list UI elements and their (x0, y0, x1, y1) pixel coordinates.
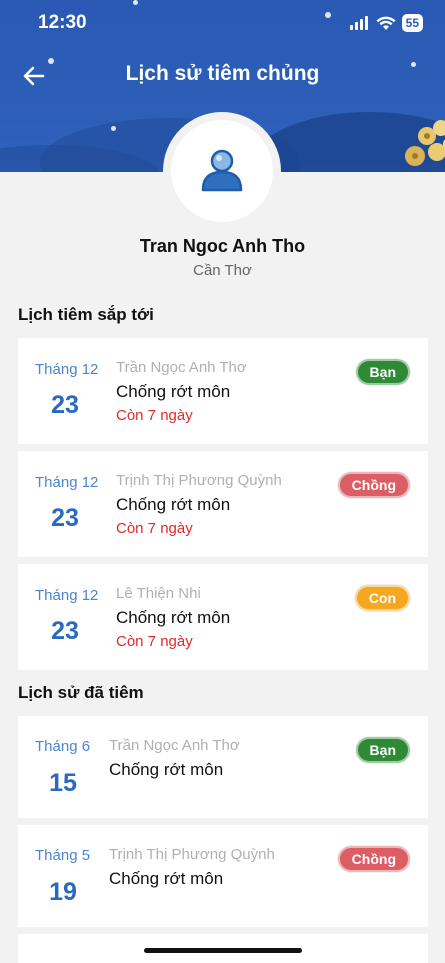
appointment-day: 23 (51, 504, 79, 532)
vaccine-name: Chống rớt môn (109, 760, 224, 779)
countdown-text: Còn 7 ngày (116, 633, 193, 650)
flower-decoration-icon (405, 120, 445, 166)
decor-star (111, 126, 116, 131)
page-title: Lịch sử tiêm chủng (125, 62, 320, 85)
relation-badge: Chồng (337, 846, 410, 872)
vaccine-name: Chống rớt môn (116, 495, 231, 514)
avatar-frame (163, 112, 281, 230)
appointment-day: 15 (49, 769, 77, 797)
home-indicator (144, 948, 302, 953)
history-card[interactable]: Tháng 6 15 Trần Ngọc Anh Thơ Chống rớt m… (18, 716, 428, 818)
appointment-month: Tháng 12 (35, 587, 99, 604)
appointment-month: Tháng 6 (35, 738, 91, 755)
history-card[interactable]: Tháng 5 19 Trịnh Thị Phương Quỳnh Chống … (18, 825, 428, 927)
avatar[interactable] (171, 120, 273, 222)
appointment-day: 23 (51, 617, 79, 645)
appointment-month: Tháng 12 (35, 361, 99, 378)
status-time: 12:30 (38, 12, 87, 33)
section-title-history: Lịch sử đã tiêm (18, 683, 144, 702)
appointment-month: Tháng 12 (35, 474, 99, 491)
signal-icon (349, 16, 368, 30)
user-avatar-icon (201, 149, 243, 192)
relation-badge: Bạn (355, 359, 410, 385)
person-name: Trịnh Thị Phương Quỳnh (116, 472, 282, 489)
user-name: Tran Ngoc Anh Tho (139, 236, 306, 256)
person-name: Trịnh Thị Phương Quỳnh (109, 846, 275, 863)
section-title-upcoming: Lịch tiêm sắp tới (18, 305, 154, 324)
battery-icon: 55 (401, 14, 423, 32)
upcoming-card[interactable]: Tháng 12 23 Trịnh Thị Phương Quỳnh Chống… (18, 451, 428, 557)
person-name: Lê Thiện Nhi (116, 585, 201, 602)
wifi-icon (376, 16, 396, 30)
upcoming-card[interactable]: Tháng 12 23 Trần Ngọc Anh Thơ Chống rớt … (18, 338, 428, 444)
person-name: Trần Ngọc Anh Thơ (109, 737, 240, 754)
countdown-text: Còn 7 ngày (116, 407, 193, 424)
relation-badge: Chồng (337, 472, 410, 498)
status-icons: 55 (349, 14, 423, 32)
appointment-day: 23 (51, 391, 79, 419)
relation-badge: Bạn (355, 737, 410, 763)
person-name: Trần Ngọc Anh Thơ (116, 359, 247, 376)
vaccine-name: Chống rớt môn (116, 382, 231, 401)
vaccine-name: Chống rớt môn (109, 869, 224, 888)
appointment-day: 19 (49, 878, 77, 906)
appointment-month: Tháng 5 (35, 847, 91, 864)
relation-badge: Con (354, 585, 410, 611)
user-city: Cần Thơ (193, 262, 252, 279)
countdown-text: Còn 7 ngày (116, 520, 193, 537)
upcoming-card[interactable]: Tháng 12 23 Lê Thiện Nhi Chống rớt môn C… (18, 564, 428, 670)
vaccine-name: Chống rớt môn (116, 608, 231, 627)
status-bar: 12:30 55 (0, 0, 445, 48)
